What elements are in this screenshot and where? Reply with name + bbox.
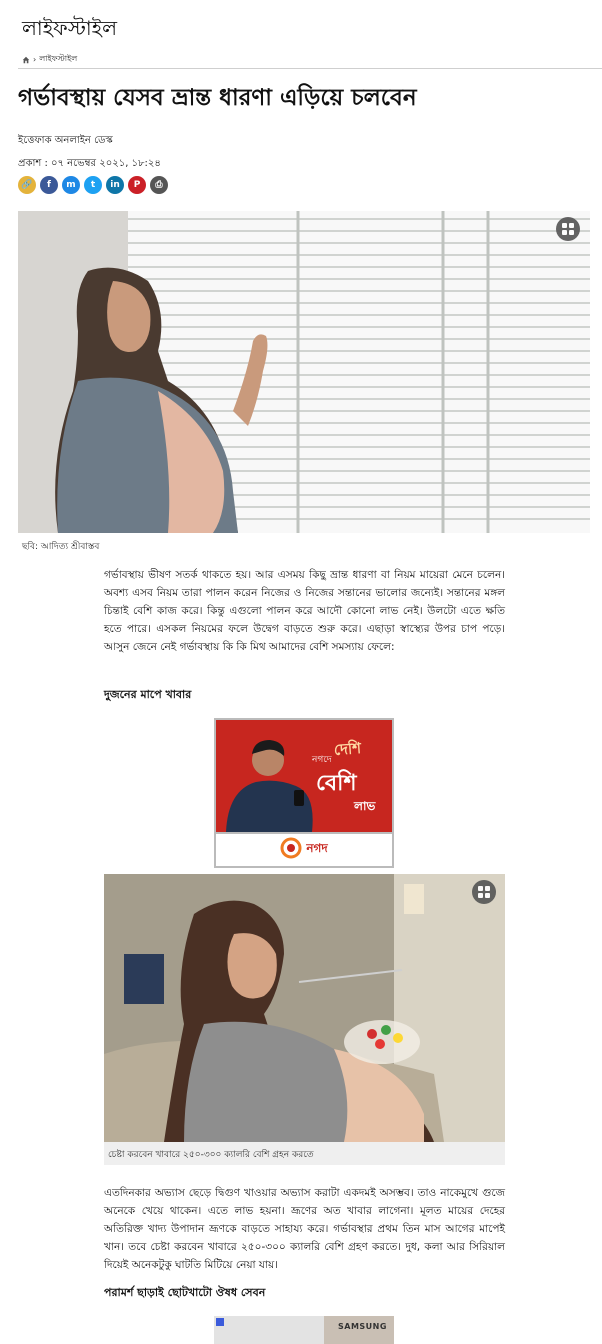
gallery-icon[interactable] (556, 217, 580, 241)
ad-headline-2: বেশি (316, 771, 357, 796)
facebook-icon[interactable]: f (40, 176, 58, 194)
print-icon[interactable]: ⎙ (150, 176, 168, 194)
nagad-logo-icon (280, 837, 302, 863)
home-icon[interactable] (22, 56, 30, 64)
ad-banner: দেশি নগদে বেশি লাভ (216, 720, 392, 832)
share-buttons: 🔗 f m t in P ⎙ (18, 176, 168, 194)
linkedin-icon[interactable]: in (106, 176, 124, 194)
article-image-2[interactable] (104, 874, 505, 1142)
article-paragraph-1: গর্ভাবস্থায় ভীষণ সতর্ক থাকতে হয়। আর এস… (104, 569, 505, 653)
publish-date: প্রকাশ : ০৭ নভেম্বর ২০২১, ১৮:২৪ (18, 158, 161, 169)
gallery-icon-2[interactable] (472, 880, 496, 904)
article-author[interactable]: ইত্তেফাক অনলাইন ডেস্ক (18, 133, 113, 150)
image2-illustration (104, 874, 505, 1142)
ad2-brand: SAMSUNG (338, 1322, 387, 1331)
article-subhead-2: পরামর্শ ছাড়াই ছোটখাটো ঔষধ সেবন (104, 1286, 266, 1299)
hero-image[interactable] (18, 211, 590, 533)
hero-illustration (18, 211, 590, 533)
hero-caption: ছবি: আদিত্য শ্রীবাস্তব (22, 542, 100, 552)
link-icon[interactable]: 🔗 (18, 176, 36, 194)
article-subhead-1: দুজনের মাপে খাবার (104, 688, 192, 701)
divider (18, 68, 602, 69)
ad-brand-bar: নগদ (216, 832, 392, 866)
twitter-icon[interactable]: t (84, 176, 102, 194)
advertisement-samsung[interactable]: SAMSUNG (214, 1316, 394, 1344)
ad-headline-small: নগদে (312, 755, 332, 765)
breadcrumb: › লাইফস্টাইল (22, 53, 77, 66)
ad-headline-3: লাভ (354, 799, 376, 813)
image2-caption: চেষ্টা করবেন খাবারে ২৫০-৩০০ ক্যালরি বেশি… (108, 1150, 314, 1160)
breadcrumb-current[interactable]: লাইফস্টাইল (39, 53, 77, 66)
article-headline: গর্ভাবস্থায় যেসব ভ্রান্ত ধারণা এড়িয়ে … (18, 85, 417, 111)
breadcrumb-separator: › (33, 55, 37, 64)
advertisement-nagad[interactable]: দেশি নগদে বেশি লাভ নগদ (214, 718, 394, 868)
pinterest-icon[interactable]: P (128, 176, 146, 194)
article-paragraph-2: এতদিনকার অভ্যাস ছেড়ে দ্বিগুণ খাওয়ার অভ… (104, 1187, 505, 1271)
ad-headline-1: দেশি (333, 739, 362, 759)
ad-brand: নগদ (306, 841, 328, 855)
ad-choices-icon[interactable] (216, 1318, 224, 1326)
image2-caption-bar: চেষ্টা করবেন খাবারে ২৫০-৩০০ ক্যালরি বেশি… (104, 1142, 505, 1165)
messenger-icon[interactable]: m (62, 176, 80, 194)
section-title[interactable]: লাইফস্টাইল (22, 14, 117, 47)
